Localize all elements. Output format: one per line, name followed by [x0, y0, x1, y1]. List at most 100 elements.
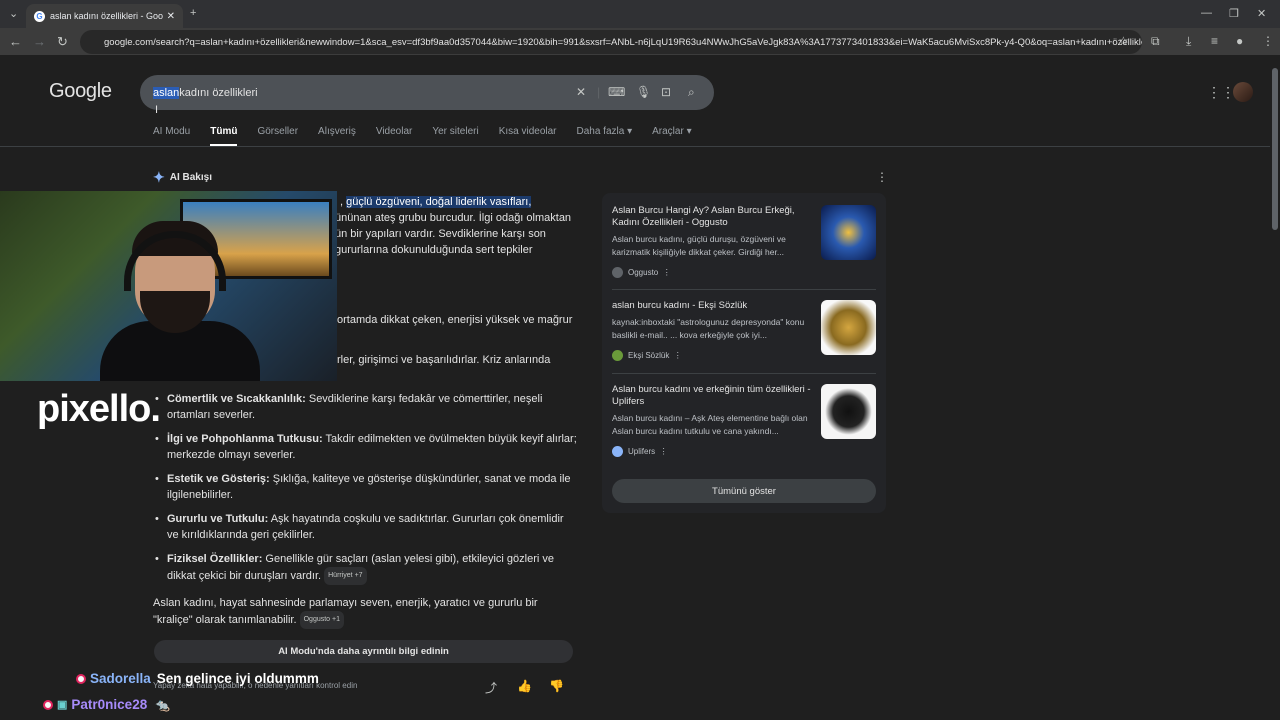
ai-text-highlight: güçlü özgüveni, doğal liderlik vasıfları… [346, 196, 532, 208]
ai-sparkle-icon: ✦ [153, 169, 165, 185]
tab-places[interactable]: Yer siteleri [432, 126, 478, 146]
source-card[interactable]: Aslan burcu kadını ve erkeğinin tüm özel… [612, 384, 876, 459]
menu-kebab-icon[interactable]: ⋮ [1262, 34, 1274, 48]
clear-search-icon[interactable]: ✕ [576, 85, 586, 99]
ai-text-line: ün bir yapıları vardır. Sevdiklerine kar… [335, 228, 546, 240]
stream-brand-logo: pixello. [37, 388, 161, 430]
tab-short-videos[interactable]: Kısa videolar [499, 126, 557, 146]
bullet-title: Fiziksel Özellikler: [167, 553, 263, 565]
forward-icon[interactable]: → [33, 34, 46, 49]
page-scrollbar[interactable] [1272, 68, 1278, 230]
source-chip[interactable]: Hürriyet +7 [324, 567, 367, 585]
apps-grid-icon[interactable]: ⋮⋮ [1207, 84, 1235, 101]
account-avatar[interactable] [1233, 82, 1253, 102]
emote-icon: 🐀 [155, 697, 171, 712]
source-separator [612, 289, 876, 290]
voice-search-icon[interactable]: 🎙 [636, 85, 651, 99]
search-tabs: AI Modu Tümü Görseller Alışveriş Videola… [153, 126, 712, 146]
tab-images[interactable]: Görseller [257, 126, 298, 146]
chat-username: Sadorella [90, 671, 151, 686]
chat-badge-icon [43, 699, 53, 710]
search-input[interactable]: aslan kadını özellikleri [140, 75, 714, 110]
download-icon[interactable]: ⤓ [1186, 34, 1191, 49]
lens-icon[interactable]: ⊡ [661, 85, 671, 99]
tab-search-icon[interactable]: ⌄ [9, 7, 18, 20]
reading-list-icon[interactable]: ≡ [1211, 34, 1218, 48]
browser-tab[interactable]: G aslan kadını özellikleri - Google ✕ [26, 4, 183, 28]
close-tab-icon[interactable]: ✕ [167, 11, 175, 22]
site-name: Ekşi Sözlük [628, 351, 670, 360]
browser-titlebar: ⌄ G aslan kadını özellikleri - Google ✕ … [0, 0, 1280, 28]
source-thumbnail[interactable] [821, 384, 876, 439]
source-thumbnail[interactable] [821, 300, 876, 355]
tab-all[interactable]: Tümü [210, 126, 238, 146]
webcam-overlay [0, 191, 337, 381]
thumbs-down-icon[interactable]: 👎 [549, 679, 564, 693]
close-window-icon[interactable]: ✕ [1257, 7, 1266, 20]
bullet-title: İlgi ve Pohpohlanma Tutkusu: [167, 433, 323, 445]
extensions-icon[interactable]: ⧉ [1151, 34, 1160, 49]
ai-overview-heading: ✦ AI Bakışı [153, 169, 212, 186]
site-name: Oggusto [628, 268, 659, 277]
sub-badge-icon: ▣ [57, 699, 68, 711]
ai-bullet-list: Cömertlik ve Sıcakkanlılık: Sevdiklerine… [153, 391, 578, 593]
source-title[interactable]: Aslan Burcu Hangi Ay? Aslan Burcu Erkeği… [612, 205, 812, 229]
source-site[interactable]: Uplifers ⋮ [612, 446, 668, 457]
site-favicon-icon [612, 267, 623, 278]
address-bar[interactable]: google.com/search?q=aslan+kadını+özellik… [80, 30, 1142, 54]
chat-text: Sen gelince iyi oldummm [156, 671, 319, 686]
source-card[interactable]: Aslan Burcu Hangi Ay? Aslan Burcu Erkeği… [612, 205, 876, 285]
search-icon[interactable]: ⌕ [688, 85, 695, 100]
list-item: Estetik ve Gösteriş: Şıklığa, kaliteye v… [153, 471, 578, 503]
source-title[interactable]: aslan burcu kadını - Ekşi Sözlük [612, 300, 812, 312]
search-divider: | [597, 85, 601, 99]
google-logo[interactable]: Google [49, 80, 112, 103]
source-desc: Aslan burcu kadını – Aşk Ateş elementine… [612, 413, 808, 436]
new-tab-button[interactable]: + [190, 7, 196, 19]
keyboard-icon[interactable]: ⌨ [608, 85, 625, 99]
tab-shopping[interactable]: Alışveriş [318, 126, 356, 146]
back-icon[interactable]: ← [9, 34, 22, 49]
bullet-title: Cömertlik ve Sıcakkanlılık: [167, 393, 306, 405]
list-item: İlgi ve Pohpohlanma Tutkusu: Takdir edil… [153, 431, 578, 463]
source-separator [612, 373, 876, 374]
restore-icon[interactable]: ❐ [1229, 7, 1239, 20]
ai-text-line: gururlarına dokunulduğunda sert tepkiler [335, 244, 533, 256]
share-icon[interactable]: ⤴ [485, 679, 497, 696]
bookmark-star-icon[interactable]: ☆ [1118, 34, 1129, 48]
site-favicon-icon [612, 350, 623, 361]
list-item: Cömertlik ve Sıcakkanlılık: Sevdiklerine… [153, 391, 578, 423]
source-site[interactable]: Ekşi Sözlük ⋮ [612, 350, 682, 361]
source-title[interactable]: Aslan burcu kadını ve erkeğinin tüm özel… [612, 384, 812, 408]
tab-ai-mode[interactable]: AI Modu [153, 126, 190, 146]
ai-overview-menu-icon[interactable]: ⋮ [876, 170, 888, 184]
source-chip[interactable]: Oggusto +1 [299, 611, 344, 629]
show-all-button[interactable]: Tümünü göster [612, 479, 876, 503]
chat-username: Patr0nice28 [71, 697, 148, 712]
google-favicon-icon: G [34, 10, 45, 22]
query-selected-text: aslan [153, 86, 180, 99]
source-desc: Aslan burcu kadını, güçlü duruşu, özgüve… [612, 234, 786, 257]
source-thumbnail[interactable] [821, 205, 876, 260]
source-card[interactable]: aslan burcu kadını - Ekşi Sözlük kaynak:… [612, 300, 876, 370]
ai-mode-more-button[interactable]: AI Modu'nda daha ayrıntılı bilgi edinin [154, 640, 573, 663]
reload-icon[interactable]: ↻ [57, 34, 68, 50]
tab-more[interactable]: Daha fazla ▾ [577, 126, 633, 146]
tab-tools[interactable]: Araçlar ▾ [652, 126, 691, 146]
ai-overview-title: AI Bakışı [169, 172, 212, 183]
query-text: kadını özellikleri [179, 86, 258, 99]
site-name: Uplifers [628, 447, 656, 456]
header-divider [0, 146, 1270, 147]
bullet-title: Estetik ve Gösteriş: [167, 473, 270, 485]
profile-avatar-icon[interactable]: ● [1236, 34, 1243, 48]
ai-text-line: ününan ateş grubu burcudur. İlgi odağı o… [335, 212, 572, 224]
tab-title: aslan kadını özellikleri - Google [50, 11, 163, 21]
source-desc: kaynak:inboxtaki "astrologunuz depresyon… [612, 317, 805, 340]
source-site[interactable]: Oggusto ⋮ [612, 267, 671, 278]
address-url: google.com/search?q=aslan+kadını+özellik… [104, 36, 1142, 48]
minimize-icon[interactable]: — [1201, 7, 1212, 19]
sources-panel: Aslan Burcu Hangi Ay? Aslan Burcu Erkeği… [602, 193, 886, 513]
chat-badge-icon [76, 673, 86, 684]
tab-videos[interactable]: Videolar [376, 126, 413, 146]
thumbs-up-icon[interactable]: 👍 [517, 679, 532, 693]
